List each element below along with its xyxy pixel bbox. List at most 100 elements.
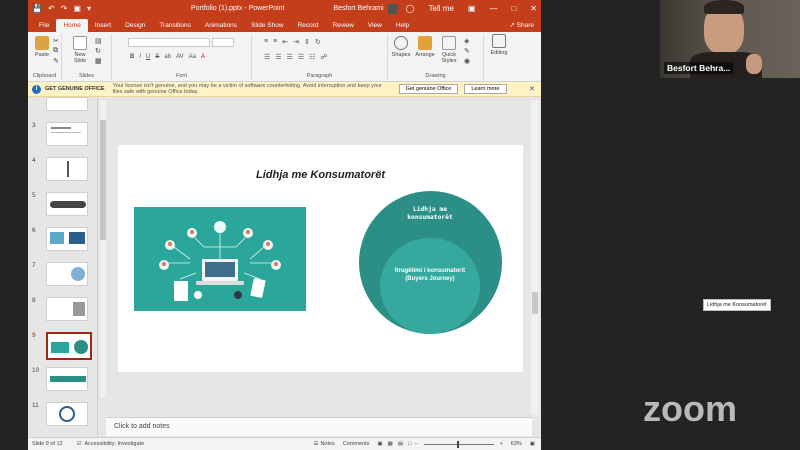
shape-effects-icon[interactable]: ◉ (464, 57, 470, 65)
shape-outline-icon[interactable]: ✎ (464, 47, 470, 55)
tab-help[interactable]: Help (389, 22, 416, 32)
slide-thumbnail[interactable] (46, 367, 88, 391)
strikethrough-button[interactable]: S (155, 54, 159, 60)
undo-icon[interactable]: ↶ (48, 4, 55, 13)
participant-video[interactable]: Besfort Behra... (660, 0, 800, 78)
font-name-dropdown[interactable] (128, 38, 210, 47)
underline-button[interactable]: U (146, 54, 150, 60)
zoom-out-icon[interactable]: − (414, 441, 417, 447)
present-icon[interactable]: ▣ (73, 4, 81, 13)
change-case-button[interactable]: Aa (189, 54, 196, 60)
notes-icon[interactable]: ☰ (314, 441, 319, 447)
slide-thumbnail-partial[interactable] (46, 97, 88, 111)
paste-button[interactable]: Paste (31, 36, 53, 58)
tab-animations[interactable]: Animations (198, 22, 244, 32)
editing-button[interactable]: Editing (486, 34, 512, 56)
close-infobar-icon[interactable]: ✕ (529, 85, 535, 93)
learn-more-button[interactable]: Learn more (464, 84, 507, 94)
tell-me-search[interactable]: Tell me (429, 4, 454, 13)
align-center-icon[interactable]: ☰ (275, 53, 281, 61)
slide-thumbnail[interactable] (46, 227, 88, 251)
format-painter-icon[interactable]: ✎ (53, 57, 59, 65)
tab-slide-show[interactable]: Slide Show (244, 22, 291, 32)
thumbnail-row-11[interactable]: 11 (32, 402, 88, 426)
thumbnail-row-10[interactable]: 10 (32, 367, 88, 391)
tab-home[interactable]: Home (56, 19, 88, 32)
slide-thumbnail[interactable] (46, 122, 88, 146)
slide-sorter-icon[interactable]: ▦ (388, 441, 393, 447)
minimize-icon[interactable]: — (489, 4, 497, 13)
zoom-slider[interactable] (423, 440, 494, 448)
accessibility-icon[interactable]: ☑ (77, 441, 82, 447)
fit-to-window-icon[interactable]: ▣ (530, 441, 535, 447)
notes-pane[interactable]: Click to add notes (106, 417, 532, 436)
font-color-button[interactable]: A (201, 54, 205, 60)
share-button[interactable]: ↗ Share (502, 21, 541, 32)
shape-fill-icon[interactable]: ◈ (464, 37, 469, 45)
thumbnail-row-9[interactable]: 9 (32, 332, 92, 360)
slide-thumbnail[interactable] (46, 262, 88, 286)
shapes-button[interactable]: Shapes (390, 36, 412, 58)
normal-view-icon[interactable]: ▣ (377, 441, 382, 447)
comments-toggle[interactable]: Comments (343, 441, 370, 447)
reading-view-icon[interactable]: ▤ (398, 441, 403, 447)
section-icon[interactable]: ▦ (95, 57, 102, 65)
tab-review[interactable]: Review (326, 22, 361, 32)
layout-icon[interactable]: ▤ (95, 37, 102, 45)
thumbnail-row-7[interactable]: 7 (32, 262, 88, 286)
text-direction-icon[interactable]: ↻ (315, 38, 321, 46)
decrease-indent-icon[interactable]: ⇤ (282, 38, 288, 46)
thumbnail-row-8[interactable]: 8 (32, 297, 88, 321)
slide-thumbnail[interactable] (46, 192, 88, 216)
thumbnail-row-6[interactable]: 6 (32, 227, 88, 251)
thumbnail-row-3[interactable]: 3 (32, 122, 88, 146)
bullets-icon[interactable]: ≡ (264, 38, 268, 46)
line-spacing-icon[interactable]: ⇕ (304, 38, 310, 46)
align-left-icon[interactable]: ☰ (264, 53, 270, 61)
zoom-in-icon[interactable]: + (500, 441, 503, 447)
zoom-level[interactable]: 63% (511, 441, 522, 447)
slide-thumbnail[interactable] (46, 297, 88, 321)
quick-styles-button[interactable]: Quick Styles (438, 36, 460, 64)
slide-title[interactable]: Lidhja me Konsumatorët (118, 169, 523, 181)
tab-view[interactable]: View (361, 22, 389, 32)
redo-icon[interactable]: ↷ (61, 4, 68, 13)
font-size-dropdown[interactable] (212, 38, 234, 47)
tab-transitions[interactable]: Transitions (152, 22, 198, 32)
editor-scrollbar[interactable] (531, 100, 539, 415)
justify-icon[interactable]: ☰ (298, 53, 304, 61)
increase-indent-icon[interactable]: ⇥ (293, 38, 299, 46)
maximize-icon[interactable]: □ (511, 4, 516, 13)
slide-thumbnail-selected[interactable] (46, 332, 92, 360)
spacing-button[interactable]: AV (176, 54, 184, 60)
new-slide-button[interactable]: New Slide (68, 36, 92, 64)
inner-circle[interactable] (380, 238, 480, 334)
tab-design[interactable]: Design (118, 22, 152, 32)
italic-button[interactable]: I (139, 54, 141, 60)
slide-canvas[interactable]: Lidhja me Konsumatorët Lidhja me konsuma… (118, 145, 523, 372)
bold-button[interactable]: B (130, 54, 134, 60)
arrange-button[interactable]: Arrange (414, 36, 436, 58)
copy-icon[interactable]: ⧉ (53, 47, 58, 55)
accessibility-status[interactable]: Accessibility: Investigate (85, 441, 145, 447)
reset-icon[interactable]: ↻ (95, 47, 101, 55)
thumbnail-row-4[interactable]: 4 (32, 157, 88, 181)
get-genuine-office-button[interactable]: Get genuine Office (398, 84, 459, 94)
customize-icon[interactable]: ▾ (87, 4, 91, 13)
notes-toggle[interactable]: Notes (320, 441, 334, 447)
slide-thumbnail[interactable] (46, 402, 88, 426)
numbering-icon[interactable]: ≡ (273, 38, 277, 46)
ribbon-display-icon[interactable]: ▣ (468, 4, 476, 13)
lightbulb-icon[interactable]: ◯ (406, 4, 415, 13)
tab-record[interactable]: Record (291, 22, 326, 32)
thumbnail-row-5[interactable]: 5 (32, 192, 88, 216)
close-icon[interactable]: ✕ (530, 4, 537, 13)
slide-thumbnail[interactable] (46, 157, 88, 181)
tab-file[interactable]: File (32, 22, 56, 32)
shadow-button[interactable]: ab (164, 54, 171, 60)
columns-icon[interactable]: ☷ (309, 53, 315, 61)
user-account[interactable]: Besfort Behrami (333, 3, 398, 14)
tab-insert[interactable]: Insert (88, 22, 118, 32)
cut-icon[interactable]: ✂ (53, 37, 59, 45)
smartart-icon[interactable]: ☍ (320, 53, 327, 61)
